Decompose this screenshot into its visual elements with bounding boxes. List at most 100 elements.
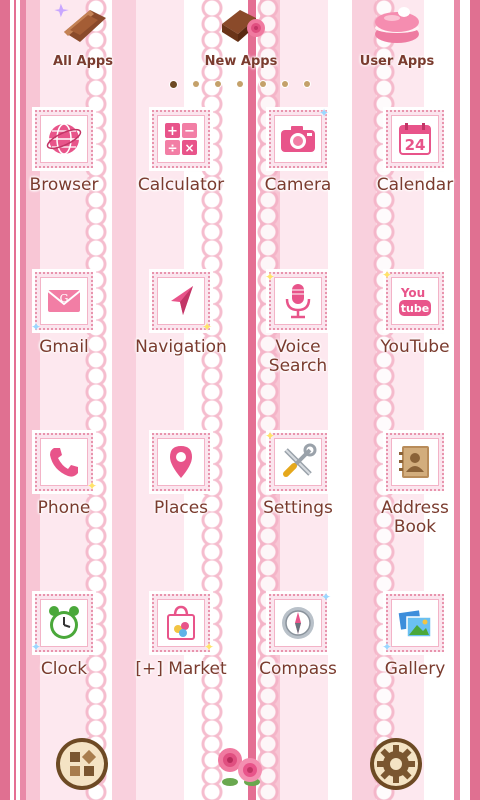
microphone-icon (285, 284, 311, 319)
settings-stamp: ✦ (265, 429, 330, 494)
app-places[interactable]: Places (122, 430, 240, 518)
page-indicator (170, 79, 310, 89)
app-drawer-button[interactable] (54, 736, 110, 792)
app-gmail[interactable]: G ✦ Gmail (5, 269, 123, 357)
page-dot (237, 81, 244, 87)
app-camera[interactable]: ✦ Camera (239, 106, 357, 195)
all-apps-label: All Apps (53, 54, 113, 69)
youtube-icon: You tube (399, 286, 431, 316)
calendar-day: 24 (405, 136, 426, 154)
page-dot-active (170, 80, 177, 88)
globe-icon (46, 123, 82, 155)
dock (0, 720, 480, 800)
mail-letter: G (60, 292, 69, 305)
app-label: Gallery (384, 659, 446, 679)
calendar-icon: 24 (399, 123, 431, 155)
app-label: Browser (29, 175, 99, 195)
camera-stamp: ✦ (266, 106, 330, 171)
compass-icon (282, 607, 314, 639)
app-voice-search[interactable]: ✦ Voice Search (239, 269, 357, 376)
clock-stamp: ✦ (31, 591, 96, 655)
app-youtube[interactable]: You tube ✦ YouTube (356, 268, 474, 357)
sparkle-icon: ✦ (31, 640, 42, 654)
sparkle-icon: ✦ (318, 106, 329, 120)
page-dot (303, 81, 310, 87)
tools-icon (283, 443, 317, 477)
svg-text:÷: ÷ (167, 141, 177, 155)
app-label: Places (153, 498, 209, 518)
browser-stamp (32, 107, 96, 171)
app-label: Calendar (376, 175, 454, 195)
app-calendar[interactable]: 24 Calendar (356, 107, 474, 195)
roses-icon (218, 748, 262, 786)
voice-search-stamp: ✦ (265, 269, 330, 333)
navigation-arrow-icon (171, 286, 193, 315)
calculator-stamp: + − ÷ × (149, 107, 213, 171)
user-apps-button[interactable]: User Apps (337, 2, 457, 69)
gallery-stamp: ✦ (382, 591, 447, 655)
places-stamp (149, 430, 213, 494)
gear-icon (370, 738, 422, 790)
market-stamp: ✦ (149, 591, 214, 655)
app-phone[interactable]: ✦ Phone (5, 430, 123, 518)
app-calculator[interactable]: + − ÷ × Calculator (122, 107, 240, 195)
calendar-stamp: 24 (383, 107, 447, 171)
mail-icon: G (47, 290, 81, 312)
sparkle-icon: ✦ (382, 640, 393, 654)
phone-icon (50, 448, 78, 477)
page-dot (281, 81, 288, 87)
shopping-bag-icon (167, 605, 195, 640)
settings-gear-button[interactable] (368, 736, 424, 792)
app-gallery[interactable]: ✦ Gallery (356, 591, 474, 679)
svg-text:×: × (184, 141, 194, 155)
alarm-clock-icon (49, 606, 79, 639)
app-drawer-icon (56, 738, 108, 790)
app-clock[interactable]: ✦ Clock (5, 591, 123, 679)
youtube-stamp: You tube ✦ (382, 268, 447, 333)
calculator-icon: + − ÷ × (165, 123, 197, 155)
sparkle-icon: ✦ (265, 270, 276, 284)
app-navigation[interactable]: ✦ Navigation (122, 269, 240, 357)
page-dot (259, 81, 266, 87)
sparkle-icon: ✦ (86, 479, 97, 493)
youtube-text-tube: tube (401, 302, 429, 315)
app-settings[interactable]: ✦ Settings (239, 429, 357, 518)
app-label: Compass (259, 659, 337, 679)
app-label: Clock (40, 659, 88, 679)
new-apps-button[interactable]: New Apps (181, 2, 301, 69)
photos-icon (397, 608, 432, 638)
new-apps-label: New Apps (204, 54, 278, 69)
sparkle-icon: ✦ (31, 320, 42, 334)
all-apps-button[interactable]: All Apps (23, 2, 143, 69)
address-book-icon (399, 446, 429, 478)
address-book-stamp (383, 430, 447, 494)
sparkle-icon: ✦ (382, 268, 393, 282)
top-shortcut-bar: All Apps New Apps User Apps (0, 0, 480, 80)
app-label: Settings (263, 498, 333, 518)
chocolate-rose-icon (212, 2, 270, 48)
map-pin-icon (170, 446, 192, 478)
svg-text:+: + (167, 124, 178, 139)
sparkle-icon: ✦ (201, 320, 212, 334)
app-label: Calculator (137, 175, 225, 195)
sparkle-icon: ✦ (320, 590, 331, 604)
app-market[interactable]: ✦ [+] Market (122, 591, 240, 679)
page-dot (215, 81, 222, 87)
youtube-text-you: You (400, 286, 425, 300)
navigation-stamp: ✦ (149, 269, 213, 334)
app-label: [+] Market (135, 659, 227, 679)
camera-icon (281, 126, 315, 152)
app-label: Camera (264, 175, 332, 195)
macaron-icon (368, 2, 426, 48)
app-address-book[interactable]: Address Book (356, 430, 474, 537)
app-label: Voice Search (268, 337, 328, 376)
page-dot (193, 81, 200, 87)
phone-stamp: ✦ (32, 430, 97, 494)
app-compass[interactable]: ✦ Compass (239, 590, 357, 679)
sparkle-icon: ✦ (203, 640, 214, 654)
compass-stamp: ✦ (266, 590, 331, 655)
home-roses-decoration[interactable] (212, 736, 268, 792)
app-label: Address Book (381, 498, 449, 537)
app-label: YouTube (380, 337, 450, 357)
app-browser[interactable]: Browser (5, 107, 123, 195)
